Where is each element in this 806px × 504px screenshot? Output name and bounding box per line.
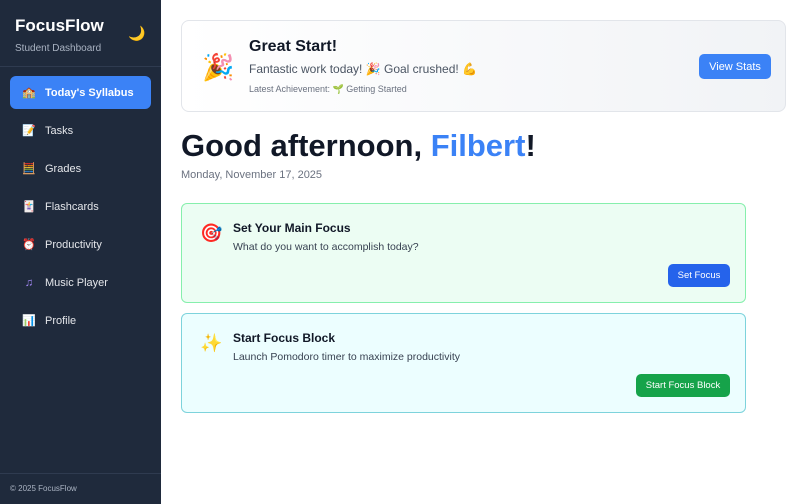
greeting-suffix: !: [525, 128, 536, 163]
achievement-banner: 🎉 Great Start! Fantastic work today! 🎉 G…: [181, 20, 786, 112]
page-title: Good afternoon, Filbert!: [181, 128, 536, 164]
current-date: Monday, November 17, 2025: [181, 169, 323, 181]
sidebar-item-tasks[interactable]: 📝 Tasks: [10, 114, 151, 147]
latest-achievement: Latest Achievement: 🌱 Getting Started: [249, 84, 407, 94]
sidebar-item-grades[interactable]: 🧮 Grades: [10, 152, 151, 185]
sidebar-item-label: Grades: [45, 162, 82, 175]
banner-text: Fantastic work today! 🎉 Goal crushed! 💪: [249, 62, 477, 76]
start-focus-block-button[interactable]: Start Focus Block: [636, 374, 730, 397]
greeting-prefix: Good afternoon,: [181, 128, 431, 163]
sidebar-footer: © 2025 FocusFlow: [10, 484, 77, 493]
house-icon: 🏫: [22, 87, 36, 99]
music-note-icon: ♫: [24, 276, 34, 289]
target-icon: 🎯: [200, 223, 223, 243]
brand: FocusFlow Student Dashboard: [15, 16, 104, 54]
user-name: Filbert: [430, 128, 526, 163]
card-subtitle: What do you want to accomplish today?: [233, 241, 419, 253]
sidebar-item-todays-syllabus[interactable]: 🏫 Today's Syllabus: [10, 76, 151, 109]
memo-icon: 📝: [22, 125, 36, 137]
sidebar-nav: 🏫 Today's Syllabus 📝 Tasks 🧮 Grades 🃏 Fl…: [10, 76, 151, 342]
set-focus-button[interactable]: Set Focus: [668, 264, 730, 287]
sidebar-item-label: Profile: [45, 314, 77, 327]
main-focus-card: 🎯 Set Your Main Focus What do you want t…: [181, 203, 746, 303]
sparkles-icon: ✨: [200, 333, 223, 353]
sidebar-item-music-player[interactable]: ♫ Music Player: [10, 266, 151, 299]
card-title: Start Focus Block: [233, 331, 336, 345]
brand-name: FocusFlow: [15, 16, 104, 35]
sidebar-item-flashcards[interactable]: 🃏 Flashcards: [10, 190, 151, 223]
card-title: Set Your Main Focus: [233, 221, 351, 235]
banner-title: Great Start!: [249, 38, 338, 55]
view-stats-button[interactable]: View Stats: [699, 54, 771, 79]
sidebar-item-label: Music Player: [45, 276, 108, 289]
sidebar-item-label: Productivity: [45, 238, 102, 251]
abacus-icon: 🧮: [22, 163, 36, 175]
sidebar-item-profile[interactable]: 📊 Profile: [10, 304, 151, 337]
sidebar-item-productivity[interactable]: ⏰ Productivity: [10, 228, 151, 261]
brand-subtitle: Student Dashboard: [15, 43, 102, 54]
sidebar-divider: [0, 66, 161, 67]
sidebar-item-label: Flashcards: [45, 200, 99, 213]
alarm-clock-icon: ⏰: [22, 239, 36, 251]
sidebar-item-label: Tasks: [45, 124, 74, 137]
sidebar-item-label: Today's Syllabus: [45, 86, 134, 99]
focus-block-card: ✨ Start Focus Block Launch Pomodoro time…: [181, 313, 746, 413]
moon-icon[interactable]: 🌙: [128, 25, 145, 42]
bar-chart-icon: 📊: [22, 315, 36, 327]
sidebar: FocusFlow Student Dashboard 🌙 🏫 Today's …: [0, 0, 161, 504]
party-popper-icon: 🎉: [202, 52, 235, 82]
card-subtitle: Launch Pomodoro timer to maximize produc…: [233, 351, 461, 363]
sidebar-footer-divider: [0, 473, 161, 474]
cards-icon: 🃏: [22, 201, 36, 213]
